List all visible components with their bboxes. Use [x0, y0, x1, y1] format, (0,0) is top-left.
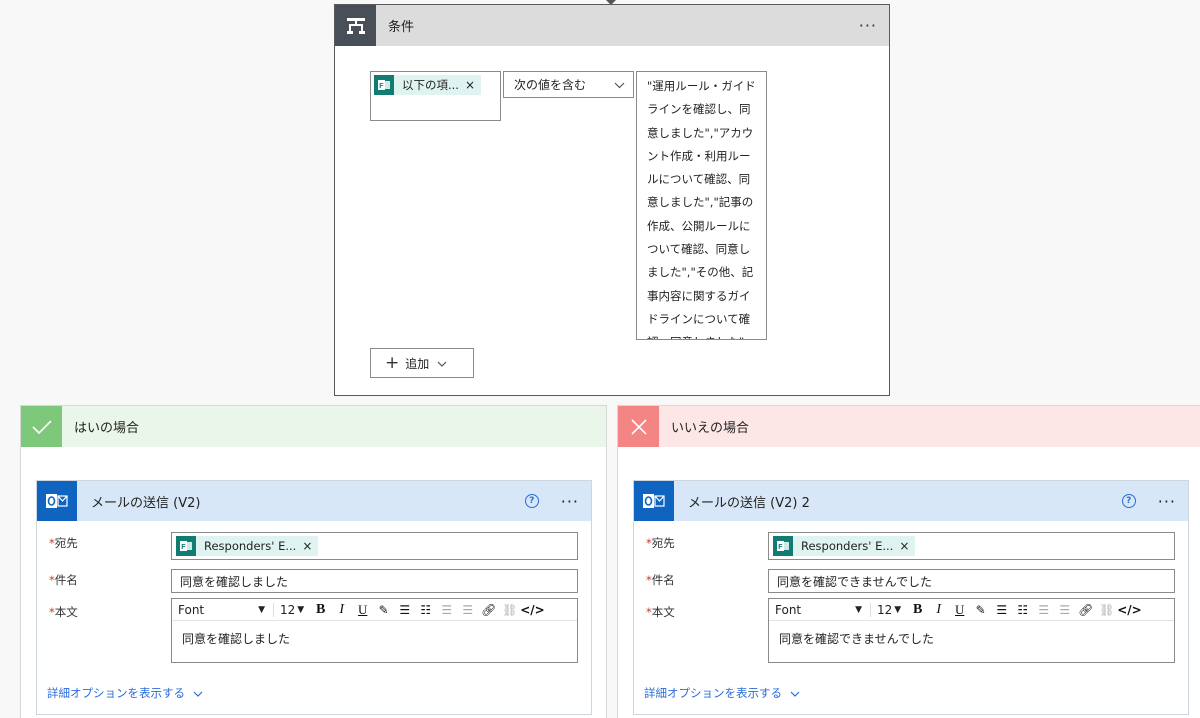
to-token[interactable]: F Responders' E... × — [176, 536, 319, 556]
to-token-remove-icon[interactable]: × — [302, 539, 318, 553]
indent-icon[interactable]: ☰ — [457, 603, 478, 617]
bullet-list-icon[interactable]: ☰ — [991, 603, 1012, 617]
outlook-icon — [634, 481, 674, 521]
condition-title: 条件 — [388, 20, 415, 35]
send-mail-card-yes: メールの送信 (V2) ? ··· *宛先 F Responders' E...… — [36, 480, 592, 715]
no-branch-header[interactable]: いいえの場合 — [618, 406, 1200, 447]
chevron-down-icon — [790, 686, 800, 700]
to-label: *宛先 — [646, 536, 675, 550]
underline-icon[interactable]: U — [949, 602, 970, 618]
show-advanced-options-link[interactable]: 詳細オプションを表示する — [47, 685, 203, 701]
condition-operator-select[interactable]: 次の値を含む — [503, 71, 634, 98]
left-token-label: 以下の項... — [402, 78, 459, 92]
indent-icon[interactable]: ☰ — [1054, 603, 1075, 617]
editor-toolbar: Font ▼ 12 ▼ B I U ✎ ☰ ☷ ☰ ☰ 🔗︎ ⛓︎ </> — [172, 599, 577, 621]
italic-icon[interactable]: I — [331, 602, 352, 618]
help-icon[interactable]: ? — [1121, 494, 1136, 508]
subject-label: *件名 — [49, 573, 78, 587]
numbered-list-icon[interactable]: ☷ — [1012, 603, 1033, 617]
underline-icon[interactable]: U — [352, 602, 373, 618]
mail-title: メールの送信 (V2) 2 — [688, 495, 810, 511]
mail-header[interactable]: メールの送信 (V2) ? ··· — [37, 481, 591, 521]
bold-icon[interactable]: B — [907, 602, 928, 618]
send-mail-card-no: メールの送信 (V2) 2 ? ··· *宛先 F Responders' E.… — [633, 480, 1189, 715]
forms-icon: F — [176, 536, 196, 556]
font-size-select[interactable]: 12 ▼ — [273, 602, 310, 617]
forms-icon: F — [374, 75, 394, 95]
to-token-label: Responders' E... — [801, 539, 894, 553]
subject-label: *件名 — [646, 573, 675, 587]
bold-icon[interactable]: B — [310, 602, 331, 618]
code-view-icon[interactable]: </> — [520, 603, 545, 617]
no-branch-label: いいえの場合 — [671, 421, 750, 436]
condition-card: 条件 ··· F 以下の項... × 次の値を含む "運用ルール・ガイドラインを… — [334, 4, 890, 396]
add-button[interactable]: + 追加 — [370, 348, 474, 378]
no-branch: いいえの場合 メールの送信 (V2) 2 ? ··· *宛先 F Respond… — [617, 405, 1200, 718]
subject-field[interactable]: 同意を確認しました — [171, 569, 578, 593]
to-token-label: Responders' E... — [204, 539, 297, 553]
font-select[interactable]: Font ▼ — [775, 603, 870, 617]
help-icon[interactable]: ? — [524, 494, 539, 508]
body-text[interactable]: 同意を確認しました — [172, 621, 577, 656]
font-size-select[interactable]: 12 ▼ — [870, 602, 907, 617]
mail-more-menu[interactable]: ··· — [1158, 492, 1176, 511]
chevron-down-icon — [614, 78, 625, 92]
to-token[interactable]: F Responders' E... × — [773, 536, 916, 556]
body-editor[interactable]: Font ▼ 12 ▼ B I U ✎ ☰ ☷ ☰ ☰ 🔗︎ ⛓︎ </> 同意を確… — [768, 598, 1175, 663]
link-icon[interactable]: 🔗︎ — [1075, 603, 1096, 617]
forms-icon: F — [773, 536, 793, 556]
condition-right-operand[interactable]: "運用ルール・ガイドラインを確認し、同意しました","アカウント作成・利用ルール… — [636, 71, 767, 340]
condition-icon — [335, 5, 376, 46]
svg-text:F: F — [379, 83, 384, 90]
to-label: *宛先 — [49, 536, 78, 550]
check-icon — [21, 406, 62, 447]
outdent-icon[interactable]: ☰ — [1033, 603, 1054, 617]
numbered-list-icon[interactable]: ☷ — [415, 603, 436, 617]
chevron-down-icon — [437, 356, 447, 370]
unlink-icon[interactable]: ⛓︎ — [1096, 603, 1117, 617]
code-view-icon[interactable]: </> — [1117, 603, 1142, 617]
yes-branch-label: はいの場合 — [74, 421, 140, 436]
plus-icon: + — [385, 353, 400, 373]
mail-title: メールの送信 (V2) — [91, 495, 201, 511]
mail-more-menu[interactable]: ··· — [561, 492, 579, 511]
highlight-icon[interactable]: ✎ — [970, 603, 991, 617]
link-icon[interactable]: 🔗︎ — [478, 603, 499, 617]
body-text[interactable]: 同意を確認できませんでした — [769, 621, 1174, 656]
close-icon — [618, 406, 659, 447]
body-label: *本文 — [646, 605, 675, 619]
left-token[interactable]: F 以下の項... × — [374, 75, 482, 95]
condition-header[interactable]: 条件 ··· — [335, 5, 889, 46]
left-token-remove-icon[interactable]: × — [465, 78, 481, 92]
highlight-icon[interactable]: ✎ — [373, 603, 394, 617]
editor-toolbar: Font ▼ 12 ▼ B I U ✎ ☰ ☷ ☰ ☰ 🔗︎ ⛓︎ </> — [769, 599, 1174, 621]
chevron-down-icon — [193, 686, 203, 700]
operator-value: 次の値を含む — [514, 78, 587, 92]
body-editor[interactable]: Font ▼ 12 ▼ B I U ✎ ☰ ☷ ☰ ☰ 🔗︎ ⛓︎ </> 同意を確… — [171, 598, 578, 663]
unlink-icon[interactable]: ⛓︎ — [499, 603, 520, 617]
mail-header[interactable]: メールの送信 (V2) 2 ? ··· — [634, 481, 1188, 521]
show-advanced-options-link[interactable]: 詳細オプションを表示する — [644, 685, 800, 701]
yes-branch: はいの場合 メールの送信 (V2) ? ··· *宛先 F Responders… — [20, 405, 607, 718]
subject-field[interactable]: 同意を確認できませんでした — [768, 569, 1175, 593]
outlook-icon — [37, 481, 77, 521]
yes-branch-header[interactable]: はいの場合 — [21, 406, 606, 447]
condition-left-operand[interactable]: F 以下の項... × — [370, 71, 501, 121]
body-label: *本文 — [49, 605, 78, 619]
svg-text:F: F — [181, 544, 186, 551]
outdent-icon[interactable]: ☰ — [436, 603, 457, 617]
to-field[interactable]: F Responders' E... × — [171, 532, 578, 560]
to-token-remove-icon[interactable]: × — [899, 539, 915, 553]
bullet-list-icon[interactable]: ☰ — [394, 603, 415, 617]
to-field[interactable]: F Responders' E... × — [768, 532, 1175, 560]
italic-icon[interactable]: I — [928, 602, 949, 618]
svg-text:F: F — [778, 544, 783, 551]
condition-more-menu[interactable]: ··· — [859, 16, 877, 35]
add-label: 追加 — [405, 356, 430, 371]
font-select[interactable]: Font ▼ — [178, 603, 273, 617]
